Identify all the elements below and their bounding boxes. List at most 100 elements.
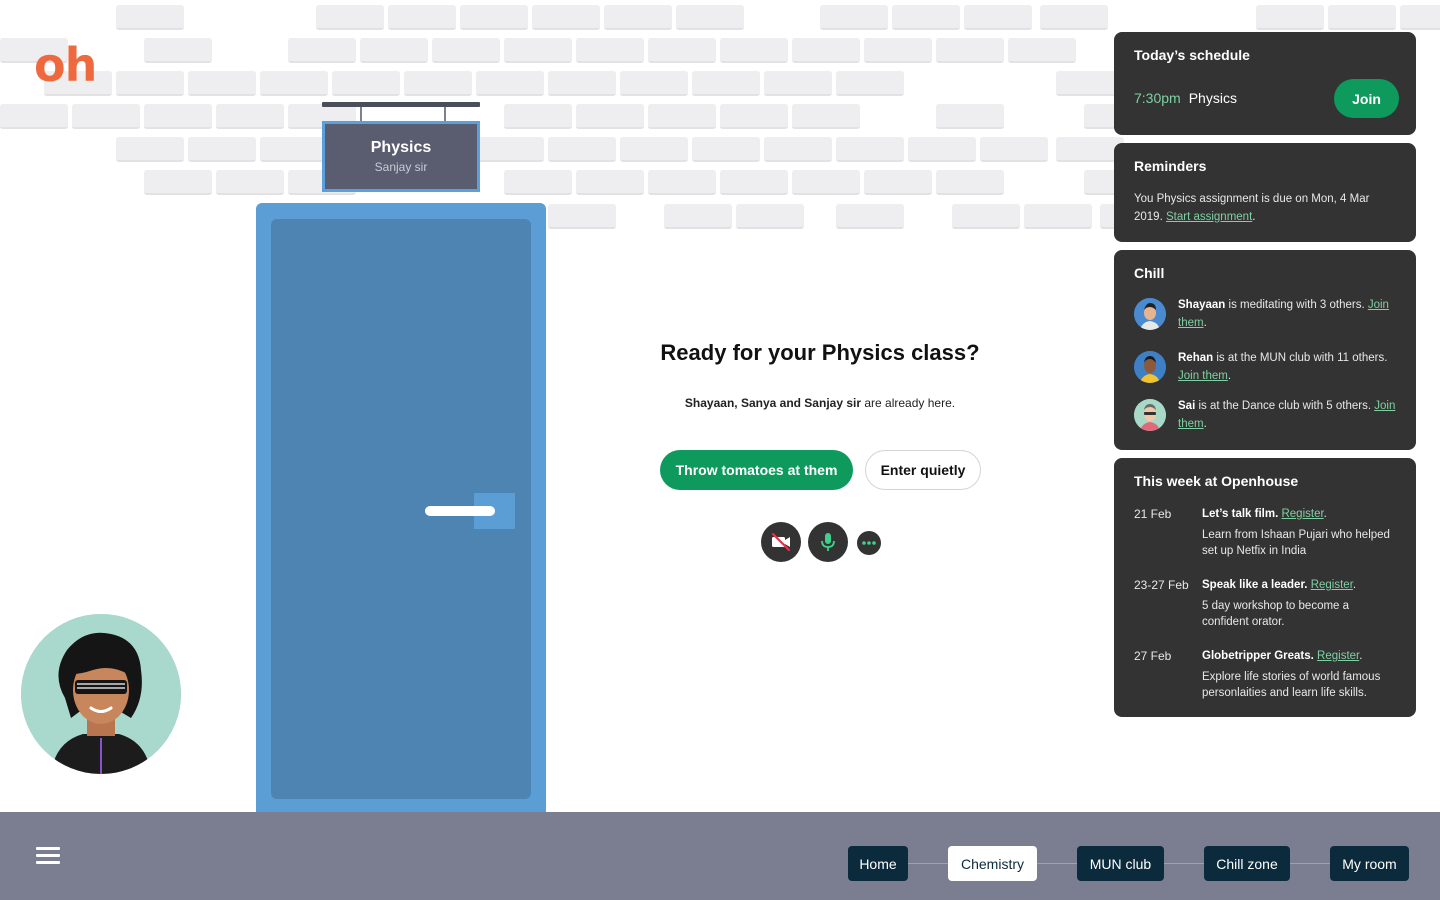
wall-brick [936, 104, 1004, 129]
microphone-icon [821, 533, 835, 551]
wall-brick [532, 5, 600, 30]
wall-brick [504, 170, 572, 195]
sign-subtitle: Sanjay sir [374, 160, 428, 174]
attendees-line: Shayaan, Sanya and Sanjay sir are alread… [600, 396, 1040, 410]
wall-brick [576, 104, 644, 129]
wall-brick [820, 5, 888, 30]
nav-item-chemistry[interactable]: Chemistry [948, 846, 1037, 881]
wall-brick [664, 204, 732, 229]
wall-brick [548, 204, 616, 229]
wall-brick [648, 38, 716, 63]
user-avatar[interactable] [21, 614, 181, 774]
reminder-text: You Physics assignment is due on Mon, 4 … [1134, 190, 1398, 226]
register-link[interactable]: Register [1311, 579, 1353, 591]
camera-toggle-button[interactable] [761, 522, 801, 562]
wall-brick [792, 38, 860, 63]
chill-person-name: Shayaan [1178, 299, 1226, 311]
wall-brick [936, 170, 1004, 195]
event-trailing: . [1352, 579, 1357, 591]
avatar-illustration-icon [1134, 298, 1166, 330]
sign-title: Physics [370, 139, 432, 156]
menu-icon[interactable] [36, 847, 60, 865]
chill-item-text: Sai is at the Dance club with 5 others. … [1178, 397, 1398, 433]
avatar[interactable] [1134, 298, 1166, 330]
chill-item-trailing: . [1227, 370, 1232, 382]
wall-brick [404, 71, 472, 96]
wall-brick [432, 38, 500, 63]
wall-brick [316, 5, 384, 30]
wall-brick [576, 38, 644, 63]
event-item: 21 Feb Let’s talk film. Register. Learn … [1134, 505, 1398, 559]
chill-item-body: is at the MUN club with 11 others. [1213, 352, 1388, 364]
register-link[interactable]: Register [1281, 508, 1323, 520]
wall-brick [836, 137, 904, 162]
schedule-title: Today’s schedule [1134, 47, 1250, 63]
wall-brick [0, 104, 68, 129]
wall-brick [764, 71, 832, 96]
chill-title: Chill [1134, 265, 1165, 281]
wall-brick [892, 5, 960, 30]
attendees-suffix: are already here. [861, 396, 956, 410]
avatar-illustration-icon [21, 614, 181, 774]
wall-brick [1400, 5, 1440, 30]
join-class-button[interactable]: Join [1334, 79, 1399, 118]
wall-brick [952, 204, 1020, 229]
avatar[interactable] [1134, 399, 1166, 431]
chill-item-trailing: . [1203, 418, 1207, 430]
register-link[interactable]: Register [1317, 650, 1359, 662]
wall-brick [936, 38, 1004, 63]
wall-brick [288, 38, 356, 63]
schedule-time: 7:30pm [1134, 90, 1181, 106]
bottom-bar: Home Chemistry MUN club Chill zone My ro… [0, 812, 1440, 900]
event-date: 27 Feb [1134, 649, 1172, 663]
wall-brick [764, 137, 832, 162]
throw-tomatoes-button[interactable]: Throw tomatoes at them [660, 450, 853, 490]
avatar[interactable] [1134, 351, 1166, 383]
nav-item-chill-zone[interactable]: Chill zone [1204, 846, 1290, 881]
wall-brick [548, 137, 616, 162]
sign-rod-left [360, 107, 362, 121]
schedule-entry: 7:30pm Physics [1134, 90, 1237, 108]
wall-brick [260, 137, 328, 162]
event-trailing: . [1359, 650, 1363, 662]
wall-brick [864, 170, 932, 195]
sign-bar [322, 102, 480, 107]
enter-quietly-button[interactable]: Enter quietly [865, 450, 981, 490]
chill-item-trailing: . [1203, 317, 1207, 329]
wall-brick [980, 137, 1048, 162]
event-name: Let’s talk film. [1202, 508, 1279, 520]
todays-schedule-panel: Today’s schedule 7:30pm Physics Join [1114, 32, 1416, 135]
wall-brick [648, 170, 716, 195]
event-name: Speak like a leader. [1202, 579, 1308, 591]
chill-item-body: is meditating with 3 others. [1225, 299, 1368, 311]
start-assignment-link[interactable]: Start assignment [1166, 211, 1252, 223]
enter-class-prompt: Ready for your Physics class? Shayaan, S… [600, 340, 1040, 410]
wall-brick [460, 5, 528, 30]
wall-brick [1008, 38, 1076, 63]
wall-brick [332, 71, 400, 96]
wall-brick [504, 104, 572, 129]
join-them-link[interactable]: Join them [1178, 370, 1228, 382]
wall-brick [736, 204, 804, 229]
wall-brick [260, 71, 328, 96]
event-body: Globetripper Greats. Register. Explore l… [1202, 647, 1398, 701]
event-date: 21 Feb [1134, 507, 1172, 521]
wall-brick [116, 137, 184, 162]
event-item: 27 Feb Globetripper Greats. Register. Ex… [1134, 647, 1398, 701]
attendees-names: Shayaan, Sanya and Sanjay sir [684, 396, 862, 410]
event-body: Let’s talk film. Register. Learn from Is… [1202, 505, 1398, 559]
nav-item-mun-club[interactable]: MUN club [1077, 846, 1164, 881]
openhouse-logo[interactable]: oh [34, 38, 97, 92]
wall-brick [144, 170, 212, 195]
more-options-button[interactable] [857, 531, 881, 555]
microphone-toggle-button[interactable] [808, 522, 848, 562]
prompt-heading: Ready for your Physics class? [660, 340, 980, 365]
event-trailing: . [1323, 508, 1327, 520]
wall-brick [692, 137, 760, 162]
event-item: 23-27 Feb Speak like a leader. Register.… [1134, 576, 1398, 630]
event-description: 5 day workshop to become a confident ora… [1202, 600, 1350, 628]
nav-item-home[interactable]: Home [848, 846, 908, 881]
door-handle[interactable] [425, 506, 495, 516]
nav-item-my-room[interactable]: My room [1330, 846, 1409, 881]
event-date: 23-27 Feb [1134, 578, 1189, 592]
